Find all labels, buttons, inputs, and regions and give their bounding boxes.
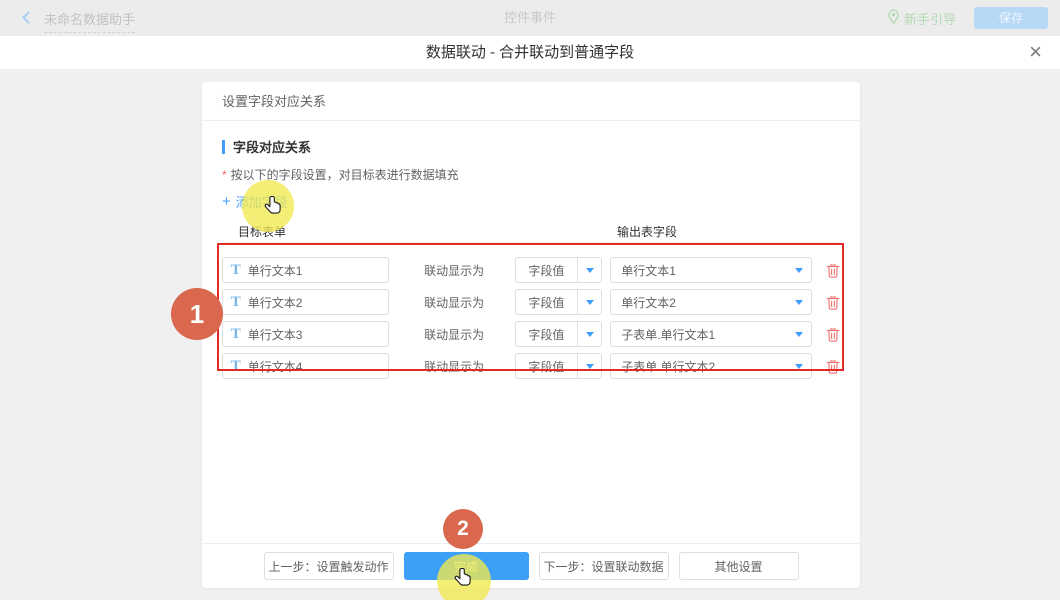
target-field-label: 单行文本4 [248, 358, 303, 375]
caret-down-icon [787, 322, 811, 346]
target-field-box[interactable]: T 单行文本3 [222, 321, 389, 347]
output-select-value: 子表单.单行文本2 [611, 354, 787, 378]
modal-body: 设置字段对应关系 字段对应关系 *按以下的字段设置，对目标表进行数据填充 + 添… [0, 71, 1060, 600]
link-display-label: 联动显示为 [424, 358, 488, 375]
output-select-value: 单行文本2 [611, 290, 787, 314]
add-field-button[interactable]: + 添加字段 [222, 192, 288, 211]
output-field-select[interactable]: 子表单.单行文本2 [610, 353, 812, 379]
table-row: T 单行文本4 联动显示为 字段值 子表单.单行文本2 [222, 353, 840, 379]
modal-title: 数据联动 - 合并联动到普通字段 [0, 36, 1060, 70]
mode-select[interactable]: 字段值 [515, 257, 603, 283]
link-display-label: 联动显示为 [424, 294, 488, 311]
single-line-text-icon: T [231, 296, 241, 309]
mode-select-value: 字段值 [516, 258, 578, 282]
other-settings-button[interactable]: 其他设置 [679, 552, 799, 580]
output-field-select[interactable]: 单行文本1 [610, 257, 812, 283]
link-display-label: 联动显示为 [424, 326, 488, 343]
column-target-form: 目标表单 [238, 223, 286, 240]
output-field-select[interactable]: 单行文本2 [610, 289, 812, 315]
screen: 未命名数据助手 控件事件 新手引导 保存 数据联动 - 合并联动到普通字段 × … [0, 0, 1060, 600]
section-title-label: 字段对应关系 [233, 137, 311, 156]
single-line-text-icon: T [231, 264, 241, 277]
next-step-button[interactable]: 下一步：设置联动数据 [539, 552, 669, 580]
prev-step-button[interactable]: 上一步：设置触发动作 [264, 552, 394, 580]
target-field-box[interactable]: T 单行文本4 [222, 353, 389, 379]
target-field-label: 单行文本3 [248, 326, 303, 343]
panel-footer: 上一步：设置触发动作 完成 下一步：设置联动数据 其他设置 [202, 543, 860, 588]
caret-down-icon [577, 322, 601, 346]
close-icon[interactable]: × [1029, 36, 1042, 70]
add-field-label: 添加字段 [236, 192, 288, 211]
save-button[interactable]: 保存 [974, 7, 1048, 29]
output-select-value: 子表单.单行文本1 [611, 322, 787, 346]
modal-header: 数据联动 - 合并联动到普通字段 × [0, 36, 1060, 70]
location-pin-icon [888, 9, 899, 27]
mode-select-value: 字段值 [516, 322, 578, 346]
mode-select[interactable]: 字段值 [515, 289, 603, 315]
delete-row-icon[interactable] [826, 263, 840, 278]
hint-text: *按以下的字段设置，对目标表进行数据填充 [222, 166, 840, 183]
section-title: 字段对应关系 [222, 137, 840, 156]
table-row: T 单行文本2 联动显示为 字段值 单行文本2 [222, 289, 840, 315]
delete-row-icon[interactable] [826, 359, 840, 374]
caret-down-icon [577, 354, 601, 378]
caret-down-icon [577, 290, 601, 314]
mode-select[interactable]: 字段值 [515, 353, 603, 379]
output-field-select[interactable]: 子表单.单行文本1 [610, 321, 812, 347]
section-accent-bar [222, 140, 225, 154]
caret-down-icon [787, 354, 811, 378]
column-headers: 目标表单 输出表字段 [222, 221, 840, 243]
target-field-label: 单行文本1 [248, 262, 303, 279]
delete-row-icon[interactable] [826, 295, 840, 310]
caret-down-icon [787, 290, 811, 314]
mode-select-value: 字段值 [516, 290, 578, 314]
app-topbar: 未命名数据助手 控件事件 新手引导 保存 [0, 0, 1060, 36]
panel-header: 设置字段对应关系 [202, 82, 860, 121]
required-asterisk: * [222, 168, 227, 182]
table-row: T 单行文本3 联动显示为 字段值 子表单.单行文本1 [222, 321, 840, 347]
single-line-text-icon: T [231, 328, 241, 341]
output-select-value: 单行文本1 [611, 258, 787, 282]
panel-content: 字段对应关系 *按以下的字段设置，对目标表进行数据填充 + 添加字段 目标表单 … [202, 121, 860, 379]
caret-down-icon [577, 258, 601, 282]
column-output-field: 输出表字段 [617, 223, 677, 240]
finish-button[interactable]: 完成 [404, 552, 529, 580]
guide-button[interactable]: 新手引导 [888, 0, 956, 36]
delete-row-icon[interactable] [826, 327, 840, 342]
plus-icon: + [222, 193, 231, 210]
mode-select[interactable]: 字段值 [515, 321, 603, 347]
link-display-label: 联动显示为 [424, 262, 488, 279]
settings-panel: 设置字段对应关系 字段对应关系 *按以下的字段设置，对目标表进行数据填充 + 添… [202, 82, 860, 588]
target-field-box[interactable]: T 单行文本2 [222, 289, 389, 315]
table-row: T 单行文本1 联动显示为 字段值 单行文本1 [222, 257, 840, 283]
mapping-rows: T 单行文本1 联动显示为 字段值 单行文本1 [222, 257, 840, 379]
guide-label: 新手引导 [904, 9, 956, 28]
single-line-text-icon: T [231, 360, 241, 373]
mode-select-value: 字段值 [516, 354, 578, 378]
target-field-label: 单行文本2 [248, 294, 303, 311]
caret-down-icon [787, 258, 811, 282]
target-field-box[interactable]: T 单行文本1 [222, 257, 389, 283]
